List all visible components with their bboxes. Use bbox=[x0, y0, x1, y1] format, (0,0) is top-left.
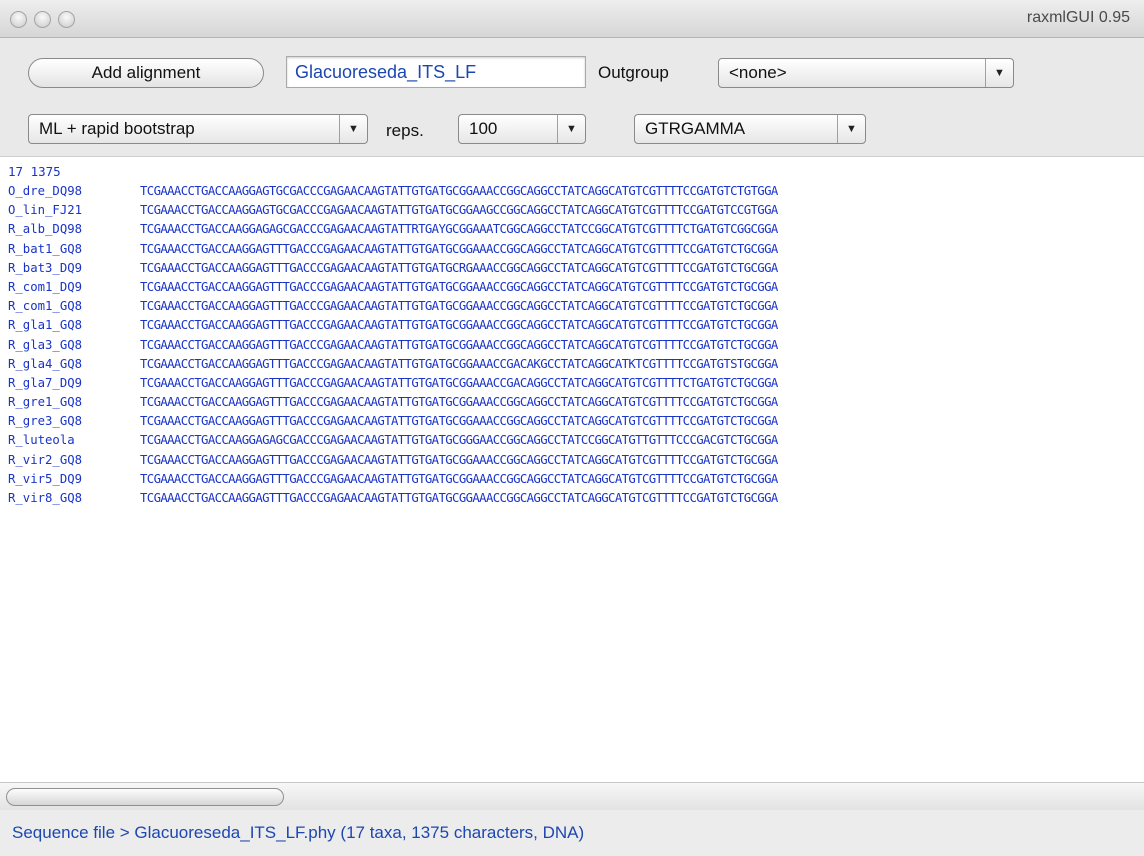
alignment-row: R_alb_DQ98 TCGAAACCTGACCAAGGAGAGCGACCCGAG… bbox=[8, 222, 778, 241]
sequence: TCGAAACCTGACCAAGGAGAGCGACCCGAGAACAAGTATT… bbox=[140, 433, 778, 448]
scrollbar-thumb[interactable] bbox=[6, 788, 284, 806]
analysis-value: ML + rapid bootstrap bbox=[39, 119, 195, 138]
alignment-row: R_bat1_GQ8 TCGAAACCTGACCAAGGAGTTTGACCCGAG… bbox=[8, 242, 778, 261]
sequence: TCGAAACCTGACCAAGGAGAGCGACCCGAGAACAAGTATT… bbox=[140, 222, 778, 237]
sequence: TCGAAACCTGACCAAGGAGTTTGACCCGAGAACAAGTATT… bbox=[140, 337, 778, 352]
alignment-row: R_gre3_GQ8 TCGAAACCTGACCAAGGAGTTTGACCCGAG… bbox=[8, 414, 778, 433]
status-bar: Sequence file > Glacuoreseda_ITS_LF.phy … bbox=[0, 810, 1144, 856]
chevron-down-icon: ▼ bbox=[837, 115, 865, 143]
alignment-row: R_gre1_GQ8 TCGAAACCTGACCAAGGAGTTTGACCCGAG… bbox=[8, 395, 778, 414]
minimize-window-button[interactable] bbox=[34, 11, 51, 28]
taxon-name: O_dre_DQ98 bbox=[8, 184, 83, 198]
close-window-button[interactable] bbox=[10, 11, 27, 28]
status-text: Sequence file > Glacuoreseda_ITS_LF.phy … bbox=[12, 823, 585, 842]
reps-label: reps. bbox=[386, 121, 424, 140]
sequence: TCGAAACCTGACCAAGGAGTTTGACCCGAGAACAAGTATT… bbox=[140, 356, 778, 371]
alignment-name-field[interactable]: Glacuoreseda_ITS_LF bbox=[286, 56, 586, 88]
outgroup-select[interactable]: <none> ▼ bbox=[718, 58, 1014, 88]
taxon-name: R_bat3_DQ9 bbox=[8, 260, 83, 275]
sequence: TCGAAACCTGACCAAGGAGTTTGACCCGAGAACAAGTATT… bbox=[140, 452, 778, 467]
alignment-row: R_com1_GQ8 TCGAAACCTGACCAAGGAGTTTGACCCGAG… bbox=[8, 299, 778, 318]
window-title: raxmlGUI 0.95 bbox=[1026, 9, 1130, 26]
chevron-down-icon: ▼ bbox=[557, 115, 585, 143]
taxon-name: R_gla1_GQ8 bbox=[8, 318, 83, 333]
reps-value: 100 bbox=[469, 119, 498, 138]
zoom-window-button[interactable] bbox=[58, 11, 75, 28]
taxon-name: R_gre1_GQ8 bbox=[8, 395, 83, 410]
horizontal-scrollbar[interactable] bbox=[0, 782, 1144, 810]
taxon-name: R_gla4_GQ8 bbox=[8, 356, 83, 371]
taxon-name: R_luteola bbox=[8, 433, 75, 448]
taxon-name: R_gla7_DQ9 bbox=[8, 375, 83, 390]
alignment-row: R_vir2_GQ8 TCGAAACCTGACCAAGGAGTTTGACCCGAG… bbox=[8, 453, 778, 472]
model-select[interactable]: GTRGAMMA ▼ bbox=[634, 114, 866, 144]
alignment-row: R_vir8_GQ8 TCGAAACCTGACCAAGGAGTTTGACCCGAG… bbox=[8, 491, 778, 510]
chevron-down-icon: ▼ bbox=[339, 115, 367, 143]
alignment-row: R_gla7_DQ9 TCGAAACCTGACCAAGGAGTTTGACCCGAG… bbox=[8, 376, 778, 395]
sequence: TCGAAACCTGACCAAGGAGTGCGACCCGAGAACAAGTATT… bbox=[140, 184, 778, 198]
alignment-row: O_lin_FJ21 TCGAAACCTGACCAAGGAGTGCGACCCGAG… bbox=[8, 203, 778, 222]
alignment-row: R_gla1_GQ8 TCGAAACCTGACCAAGGAGTTTGACCCGAG… bbox=[8, 318, 778, 337]
toolbar: Add alignment Glacuoreseda_ITS_LF Outgro… bbox=[0, 38, 1144, 156]
alignment-view[interactable]: 17 1375 O_dre_DQ98 TCGAAACCTGACCAAGGAGTGC… bbox=[0, 156, 1144, 782]
sequence: TCGAAACCTGACCAAGGAGTGCGACCCGAGAACAAGTATT… bbox=[140, 203, 778, 218]
sequence: TCGAAACCTGACCAAGGAGTTTGACCCGAGAACAAGTATT… bbox=[140, 414, 778, 429]
alignment-row: R_gla3_GQ8 TCGAAACCTGACCAAGGAGTTTGACCCGAG… bbox=[8, 338, 778, 357]
taxon-name: R_alb_DQ98 bbox=[8, 222, 83, 237]
taxon-name: R_bat1_GQ8 bbox=[8, 241, 83, 256]
sequence: TCGAAACCTGACCAAGGAGTTTGACCCGAGAACAAGTATT… bbox=[140, 375, 778, 390]
add-alignment-button[interactable]: Add alignment bbox=[28, 58, 264, 88]
analysis-select[interactable]: ML + rapid bootstrap ▼ bbox=[28, 114, 368, 144]
alignment-row: R_gla4_GQ8 TCGAAACCTGACCAAGGAGTTTGACCCGAG… bbox=[8, 357, 778, 376]
sequence: TCGAAACCTGACCAAGGAGTTTGACCCGAGAACAAGTATT… bbox=[140, 395, 778, 410]
taxon-name: R_gre3_GQ8 bbox=[8, 414, 83, 429]
taxon-name: O_lin_FJ21 bbox=[8, 203, 83, 218]
alignment-row: R_vir5_DQ9 TCGAAACCTGACCAAGGAGTTTGACCCGAG… bbox=[8, 472, 778, 491]
model-value: GTRGAMMA bbox=[645, 119, 746, 138]
chevron-down-icon: ▼ bbox=[985, 59, 1013, 87]
alignment-row: O_dre_DQ98 TCGAAACCTGACCAAGGAGTGCGACCCGAG… bbox=[8, 184, 778, 203]
sequence: TCGAAACCTGACCAAGGAGTTTGACCCGAGAACAAGTATT… bbox=[140, 318, 778, 333]
sequence: TCGAAACCTGACCAAGGAGTTTGACCCGAGAACAAGTATT… bbox=[140, 471, 778, 486]
sequence: TCGAAACCTGACCAAGGAGTTTGACCCGAGAACAAGTATT… bbox=[140, 279, 778, 294]
sequence: TCGAAACCTGACCAAGGAGTTTGACCCGAGAACAAGTATT… bbox=[140, 299, 778, 314]
reps-select[interactable]: 100 ▼ bbox=[458, 114, 586, 144]
taxon-name: R_gla3_GQ8 bbox=[8, 337, 83, 352]
sequence: TCGAAACCTGACCAAGGAGTTTGACCCGAGAACAAGTATT… bbox=[140, 260, 778, 275]
alignment-rows: O_dre_DQ98 TCGAAACCTGACCAAGGAGTGCGACCCGAG… bbox=[8, 184, 778, 510]
sequence: TCGAAACCTGACCAAGGAGTTTGACCCGAGAACAAGTATT… bbox=[140, 241, 778, 256]
outgroup-value: <none> bbox=[729, 63, 787, 82]
title-bar: raxmlGUI 0.95 bbox=[0, 0, 1144, 38]
taxon-name: R_com1_DQ9 bbox=[8, 279, 83, 294]
alignment-header: 17 1375 bbox=[8, 164, 61, 179]
alignment-row: R_luteola TCGAAACCTGACCAAGGAGAGCGACCCGAGA… bbox=[8, 433, 778, 452]
taxon-name: R_vir5_DQ9 bbox=[8, 471, 83, 486]
taxon-name: R_com1_GQ8 bbox=[8, 299, 83, 314]
outgroup-label: Outgroup bbox=[598, 63, 669, 82]
sequence: TCGAAACCTGACCAAGGAGTTTGACCCGAGAACAAGTATT… bbox=[140, 491, 778, 505]
alignment-row: R_bat3_DQ9 TCGAAACCTGACCAAGGAGTTTGACCCGAG… bbox=[8, 261, 778, 280]
alignment-row: R_com1_DQ9 TCGAAACCTGACCAAGGAGTTTGACCCGAG… bbox=[8, 280, 778, 299]
taxon-name: R_vir2_GQ8 bbox=[8, 452, 83, 467]
taxon-name: R_vir8_GQ8 bbox=[8, 491, 83, 505]
